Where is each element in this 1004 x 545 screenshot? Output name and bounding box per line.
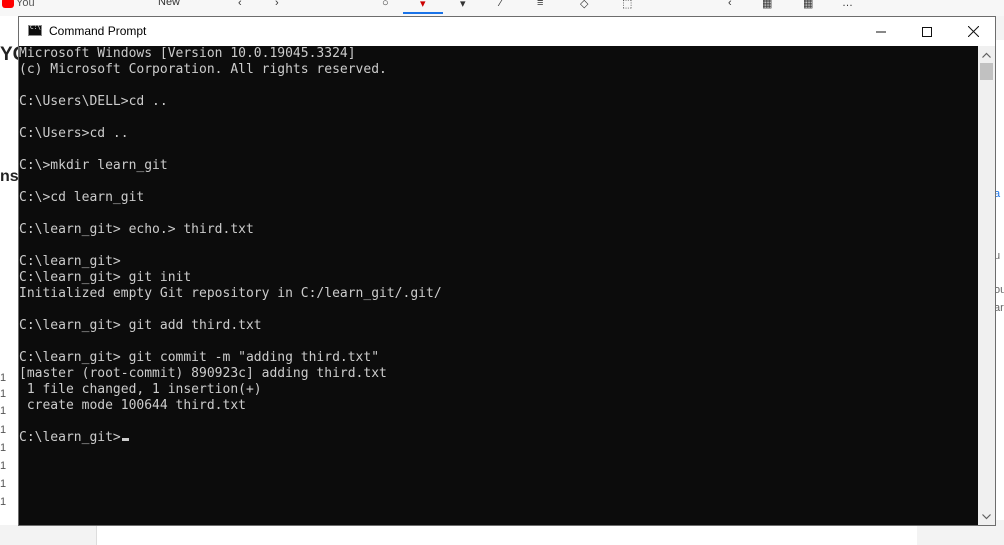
insert-icon[interactable]: ⬚ — [622, 0, 632, 10]
background-line-number: 1 — [0, 405, 7, 417]
background-line-number: 1 — [0, 496, 7, 508]
background-new-label: New — [158, 0, 181, 8]
background-bottom-panel — [96, 525, 917, 545]
background-you-label: You — [16, 0, 35, 9]
console-line: C:\learn_git> — [19, 254, 121, 269]
minimize-button[interactable] — [858, 17, 904, 46]
close-icon — [967, 26, 979, 37]
minimize-icon — [876, 31, 886, 32]
lasso-icon[interactable]: ≡ — [537, 0, 543, 9]
chevron-up-icon — [982, 52, 991, 58]
console-line: C:\>cd learn_git — [19, 190, 145, 205]
console-line: (c) Microsoft Corporation. All rights re… — [19, 62, 387, 77]
command-prompt-window: Command Prompt Microsoft Windows [Versio… — [18, 16, 996, 526]
console-line: C:\learn_git> git init — [19, 270, 192, 285]
console-line: [master (root-commit) 890923c] adding th… — [19, 366, 387, 381]
console-line: C:\>mkdir learn_git — [19, 158, 168, 173]
background-line-number: 1 — [0, 478, 7, 490]
console-app-icon — [28, 24, 42, 36]
console-line: Initialized empty Git repository in C:/l… — [19, 286, 442, 301]
background-line-number: 1 — [0, 424, 7, 436]
window-titlebar[interactable]: Command Prompt — [19, 17, 995, 46]
grid-icon[interactable]: ▦ — [803, 0, 813, 10]
console-output[interactable]: Microsoft Windows [Version 10.0.19045.33… — [19, 46, 978, 525]
maximize-button[interactable] — [904, 17, 950, 46]
back-icon[interactable]: ‹ — [728, 0, 732, 9]
chevron-down-icon — [982, 513, 991, 519]
youtube-logo-icon — [2, 0, 14, 8]
maximize-icon — [922, 26, 932, 37]
pen-icon[interactable]: ○ — [382, 0, 389, 9]
scrollbar-thumb[interactable] — [980, 63, 993, 80]
window-title: Command Prompt — [49, 24, 147, 38]
text-cursor — [121, 438, 129, 441]
dropdown-icon[interactable]: ▾ — [460, 0, 466, 10]
console-prompt: C:\learn_git> — [19, 430, 121, 445]
shape-icon[interactable]: ◇ — [580, 0, 588, 10]
console-line: C:\learn_git> git commit -m "adding thir… — [19, 350, 380, 365]
scroll-down-button[interactable] — [978, 508, 995, 525]
console-line: C:\learn_git> echo.> third.txt — [19, 222, 254, 237]
console-line: create mode 100644 third.txt — [19, 398, 246, 413]
background-line-number: 1 — [0, 460, 7, 472]
undo-icon[interactable]: ‹ — [238, 0, 242, 9]
console-line: C:\learn_git> git add third.txt — [19, 318, 262, 333]
console-line: 1 file changed, 1 insertion(+) — [19, 382, 262, 397]
brush-icon[interactable]: ∕ — [500, 0, 502, 9]
highlighter-icon[interactable]: ▾ — [420, 0, 426, 10]
console-line: C:\Users\DELL>cd .. — [19, 94, 168, 109]
desktop: You New ‹ › ○ ▾ ▾ ∕ ≡ ◇ ⬚ ‹ ▦ ▦ … YC nst… — [0, 0, 1004, 545]
scroll-up-button[interactable] — [978, 46, 995, 63]
console-line: Microsoft Windows [Version 10.0.19045.33… — [19, 46, 356, 61]
console-line: C:\Users>cd .. — [19, 126, 129, 141]
active-tool-indicator — [403, 12, 443, 14]
background-line-number: 1 — [0, 388, 7, 400]
console-prompt-line[interactable]: C:\learn_git> — [19, 430, 129, 446]
vertical-scrollbar[interactable] — [978, 46, 995, 525]
redo-icon[interactable]: › — [275, 0, 279, 9]
background-line-number: 1 — [0, 442, 7, 454]
background-app-toolbar: You New ‹ › ○ ▾ ▾ ∕ ≡ ◇ ⬚ ‹ ▦ ▦ … — [0, 0, 1004, 16]
more-icon[interactable]: … — [842, 0, 853, 9]
close-button[interactable] — [950, 17, 996, 46]
background-line-number: 1 — [0, 372, 7, 384]
background-right-panel — [996, 40, 1004, 520]
layout-icon[interactable]: ▦ — [762, 0, 772, 10]
